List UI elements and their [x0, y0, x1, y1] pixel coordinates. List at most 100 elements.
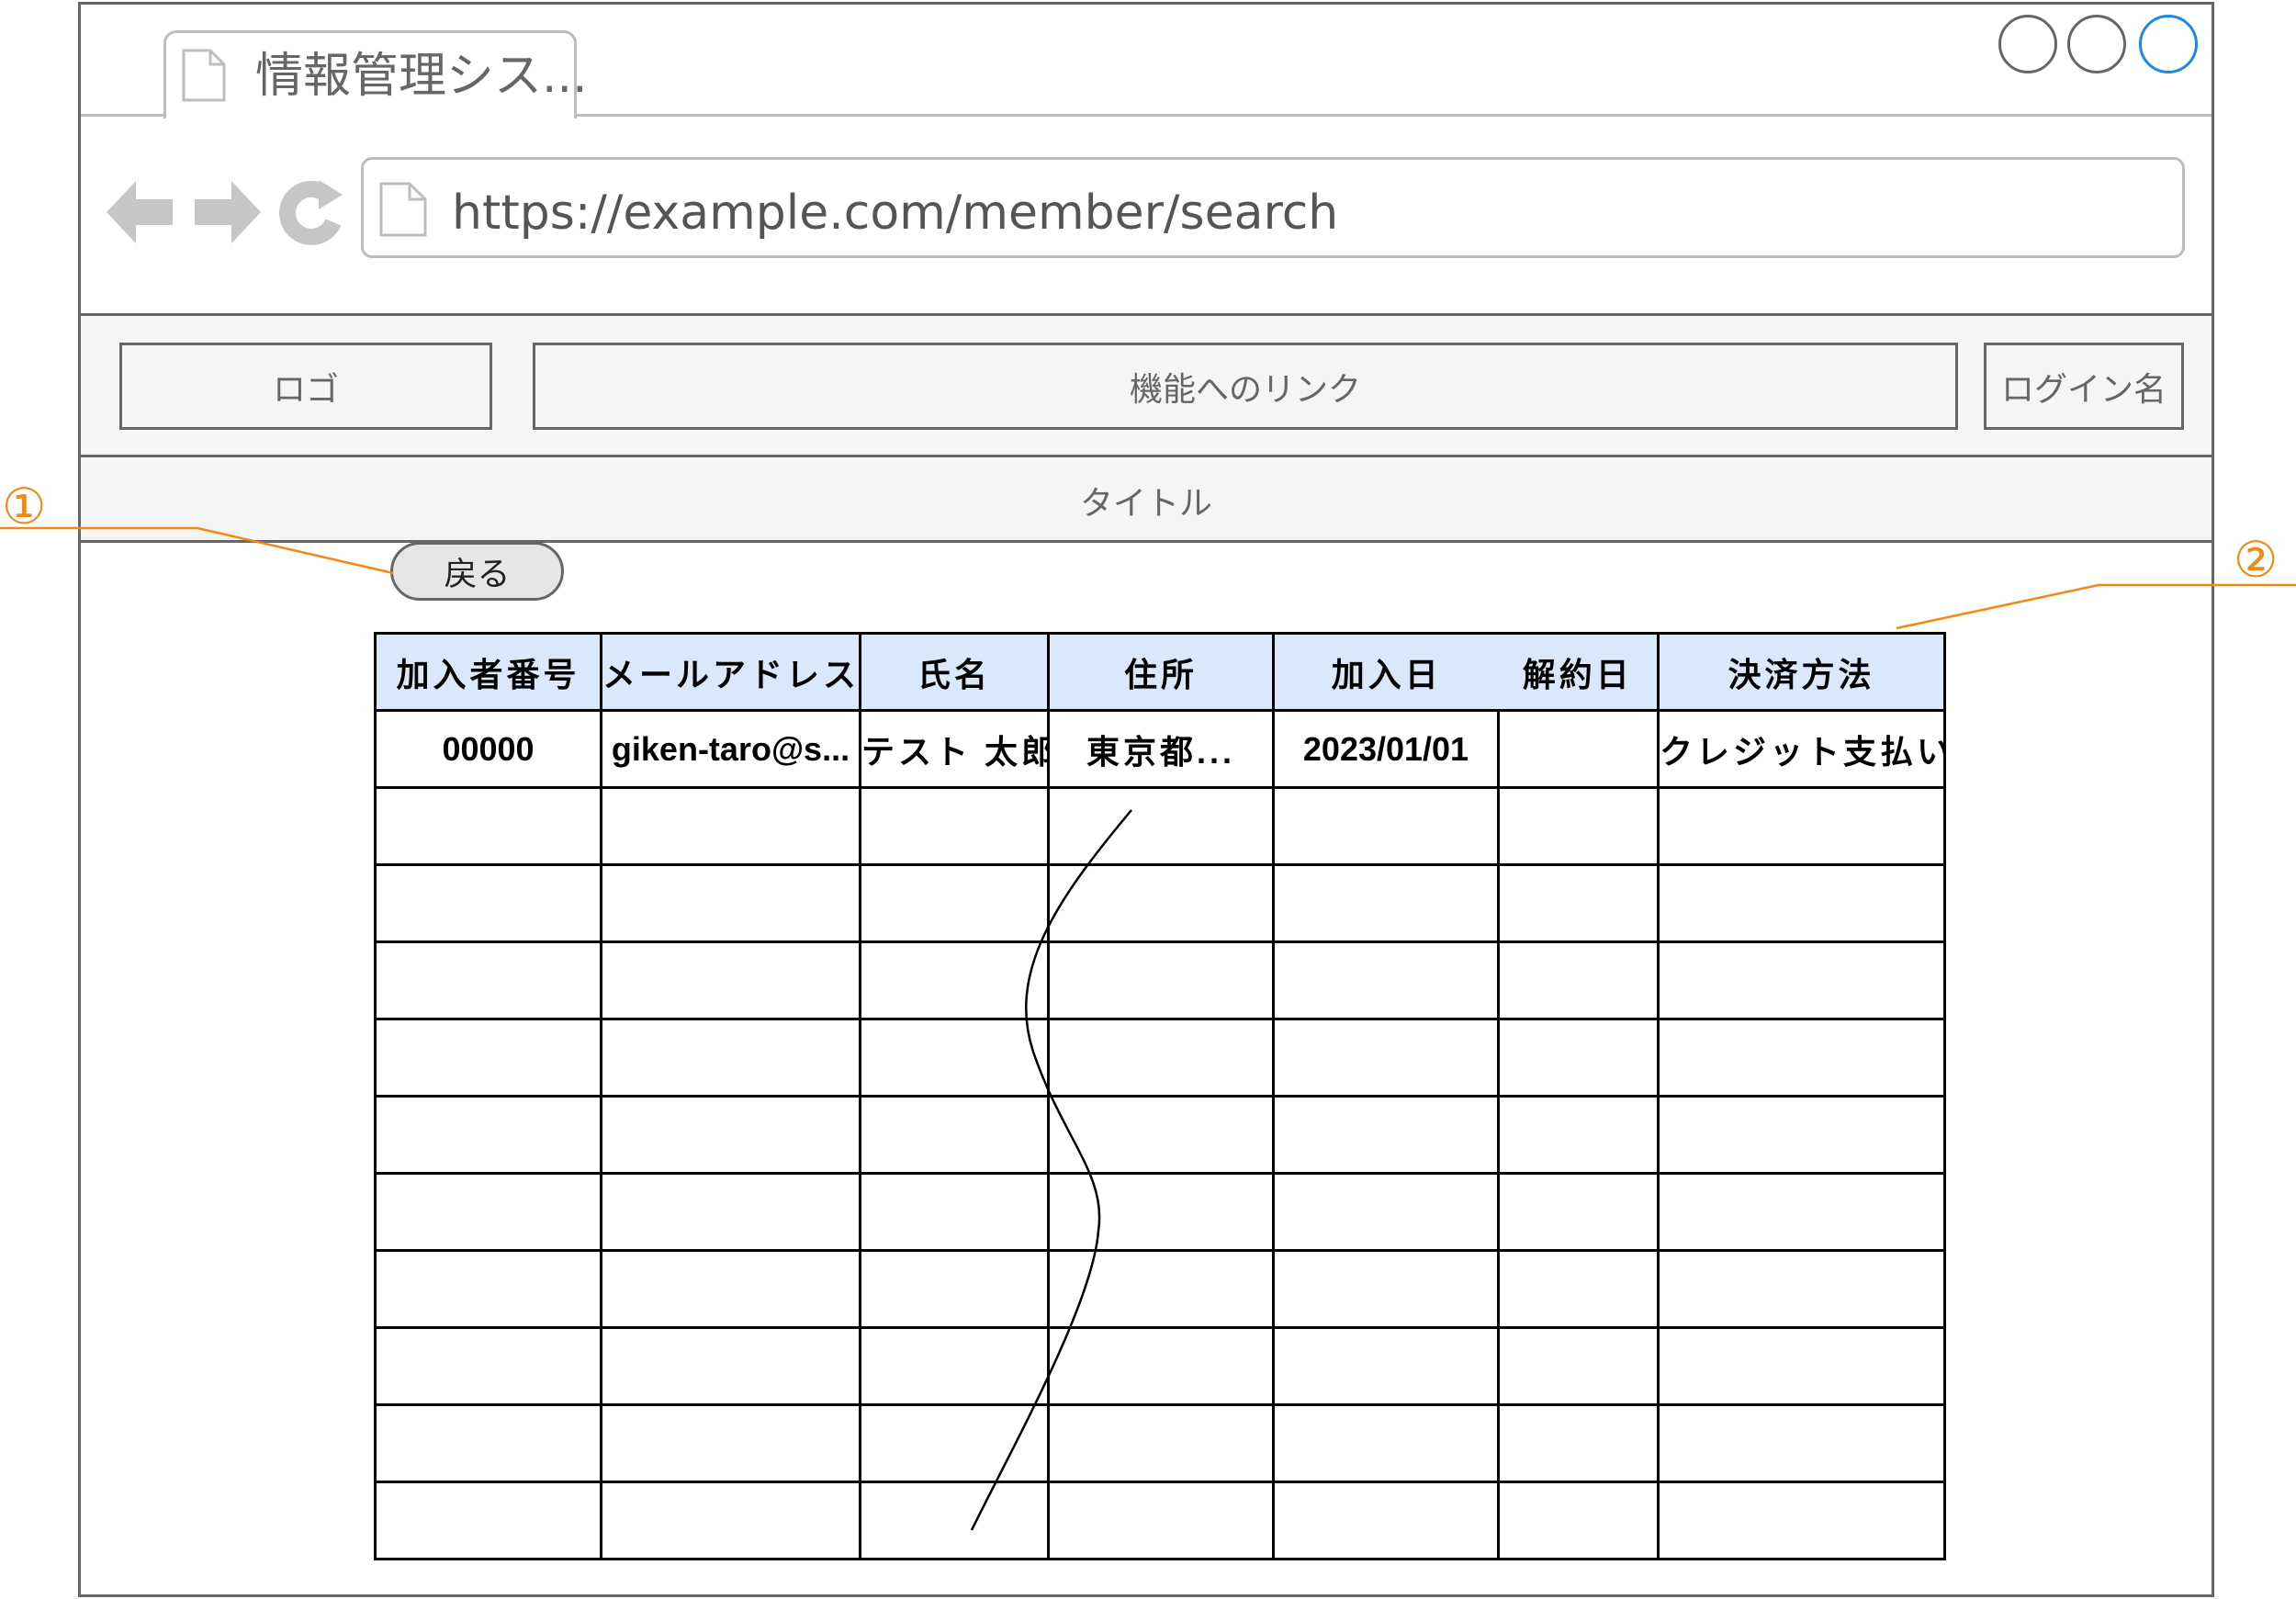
- table-cell: [1047, 1095, 1275, 1175]
- table-cell: [374, 1403, 602, 1483]
- login-name[interactable]: ログイン名: [1984, 343, 2184, 430]
- table-cell: [1657, 1018, 1946, 1098]
- table-row[interactable]: [374, 1172, 1946, 1252]
- table-cell: [600, 1095, 861, 1175]
- table-cell: [1657, 1249, 1946, 1329]
- table-row[interactable]: [374, 1249, 1946, 1329]
- table-cell: [859, 1018, 1050, 1098]
- table-cell: [859, 1481, 1050, 1560]
- table-cell: [1047, 786, 1275, 866]
- member-number-cell: 00000: [374, 709, 602, 789]
- column-header: 解約日: [1498, 632, 1660, 712]
- table-cell: [1497, 1403, 1660, 1483]
- table-cell: [859, 1326, 1050, 1406]
- table-cell: [374, 786, 602, 866]
- table-cell: [859, 786, 1050, 866]
- tab-active-cover: [166, 112, 574, 118]
- table-cell: [600, 863, 861, 943]
- table-cell: [374, 1018, 602, 1098]
- member-table: 加入者番号 メールアドレス 氏名 住所 加入日 解約日 決済方法 00000 g…: [374, 632, 1946, 1560]
- table-cell: [859, 1249, 1050, 1329]
- table-cell: [859, 1403, 1050, 1483]
- table-cell: [1657, 1481, 1946, 1560]
- window-maximize-button[interactable]: [2067, 15, 2126, 73]
- callout-number-1: ①: [2, 478, 47, 535]
- table-cell: [600, 1018, 861, 1098]
- table-row[interactable]: [374, 786, 1946, 866]
- back-arrow-icon[interactable]: [107, 177, 174, 251]
- table-cell: [1497, 1172, 1660, 1252]
- email-cell: giken-taro@s...: [600, 709, 861, 789]
- table-cell: [374, 1326, 602, 1406]
- table-cell: [1047, 1403, 1275, 1483]
- table-cell: [600, 1326, 861, 1406]
- logo[interactable]: ロゴ: [119, 343, 492, 430]
- table-cell: [374, 940, 602, 1020]
- table-cell: [1272, 1172, 1500, 1252]
- table-cell: [1497, 786, 1660, 866]
- table-cell: [1657, 786, 1946, 866]
- table-row[interactable]: [374, 940, 1946, 1020]
- table-cell: [1657, 1172, 1946, 1252]
- table-cell: [1272, 1018, 1500, 1098]
- table-cell: [1657, 940, 1946, 1020]
- table-cell: [600, 1481, 861, 1560]
- column-header: 住所: [1047, 632, 1275, 712]
- table-cell: [600, 1249, 861, 1329]
- reload-icon[interactable]: [278, 175, 344, 252]
- table-cell: [1047, 1481, 1275, 1560]
- url-text: https://example.com/member/search: [452, 186, 1339, 241]
- window-close-button[interactable]: [2139, 15, 2198, 73]
- page-title: タイトル: [1079, 484, 1212, 523]
- feature-links-nav[interactable]: 機能へのリンク: [533, 343, 1958, 430]
- table-cell: [1272, 1403, 1500, 1483]
- table-cell: [859, 940, 1050, 1020]
- table-cell: [1497, 1326, 1660, 1406]
- table-row[interactable]: [374, 1018, 1946, 1098]
- table-cell: [1497, 1018, 1660, 1098]
- table-cell: [1497, 863, 1660, 943]
- table-cell: [859, 863, 1050, 943]
- column-header: 決済方法: [1657, 632, 1946, 712]
- table-cell: [1657, 1326, 1946, 1406]
- table-row[interactable]: [374, 1095, 1946, 1175]
- payment-method-cell: クレジット支払い: [1657, 709, 1946, 789]
- table-cell: [600, 1403, 861, 1483]
- table-cell: [374, 863, 602, 943]
- table-cell: [1272, 1326, 1500, 1406]
- column-header: 加入者番号: [374, 632, 602, 712]
- table-cell: [1272, 940, 1500, 1020]
- table-cell: [374, 1172, 602, 1252]
- table-cell: [859, 1172, 1050, 1252]
- cancel-date-cell: [1497, 709, 1660, 789]
- name-cell: テスト 太郎: [859, 709, 1050, 789]
- tab-title: 情報管理シス...: [255, 49, 588, 104]
- table-cell: [374, 1095, 602, 1175]
- table-cell: [1272, 863, 1500, 943]
- table-cell: [1497, 1481, 1660, 1560]
- table-cell: [1497, 1249, 1660, 1329]
- callout-number-2: ②: [2234, 531, 2279, 589]
- forward-arrow-icon[interactable]: [193, 177, 261, 251]
- table-cell: [1272, 1481, 1500, 1560]
- table-row[interactable]: [374, 1481, 1946, 1560]
- column-header: 加入日: [1272, 632, 1499, 712]
- table-cell: [1657, 863, 1946, 943]
- table-row[interactable]: [374, 863, 1946, 943]
- back-button[interactable]: 戻る: [390, 542, 564, 601]
- window-minimize-button[interactable]: [1998, 15, 2057, 73]
- table-cell: [1497, 1095, 1660, 1175]
- table-cell: [374, 1249, 602, 1329]
- table-cell: [600, 786, 861, 866]
- page-icon: [378, 181, 428, 242]
- table-cell: [859, 1095, 1050, 1175]
- table-cell: [1047, 1326, 1275, 1406]
- table-row[interactable]: [374, 1403, 1946, 1483]
- table-row[interactable]: [374, 1326, 1946, 1406]
- table-cell: [1272, 786, 1500, 866]
- column-header: メールアドレス: [600, 632, 861, 712]
- table-cell: [1497, 940, 1660, 1020]
- table-cell: [1047, 1172, 1275, 1252]
- column-header: 氏名: [859, 632, 1050, 712]
- table-row[interactable]: 00000 giken-taro@s... テスト 太郎 東京都... 2023…: [374, 709, 1946, 789]
